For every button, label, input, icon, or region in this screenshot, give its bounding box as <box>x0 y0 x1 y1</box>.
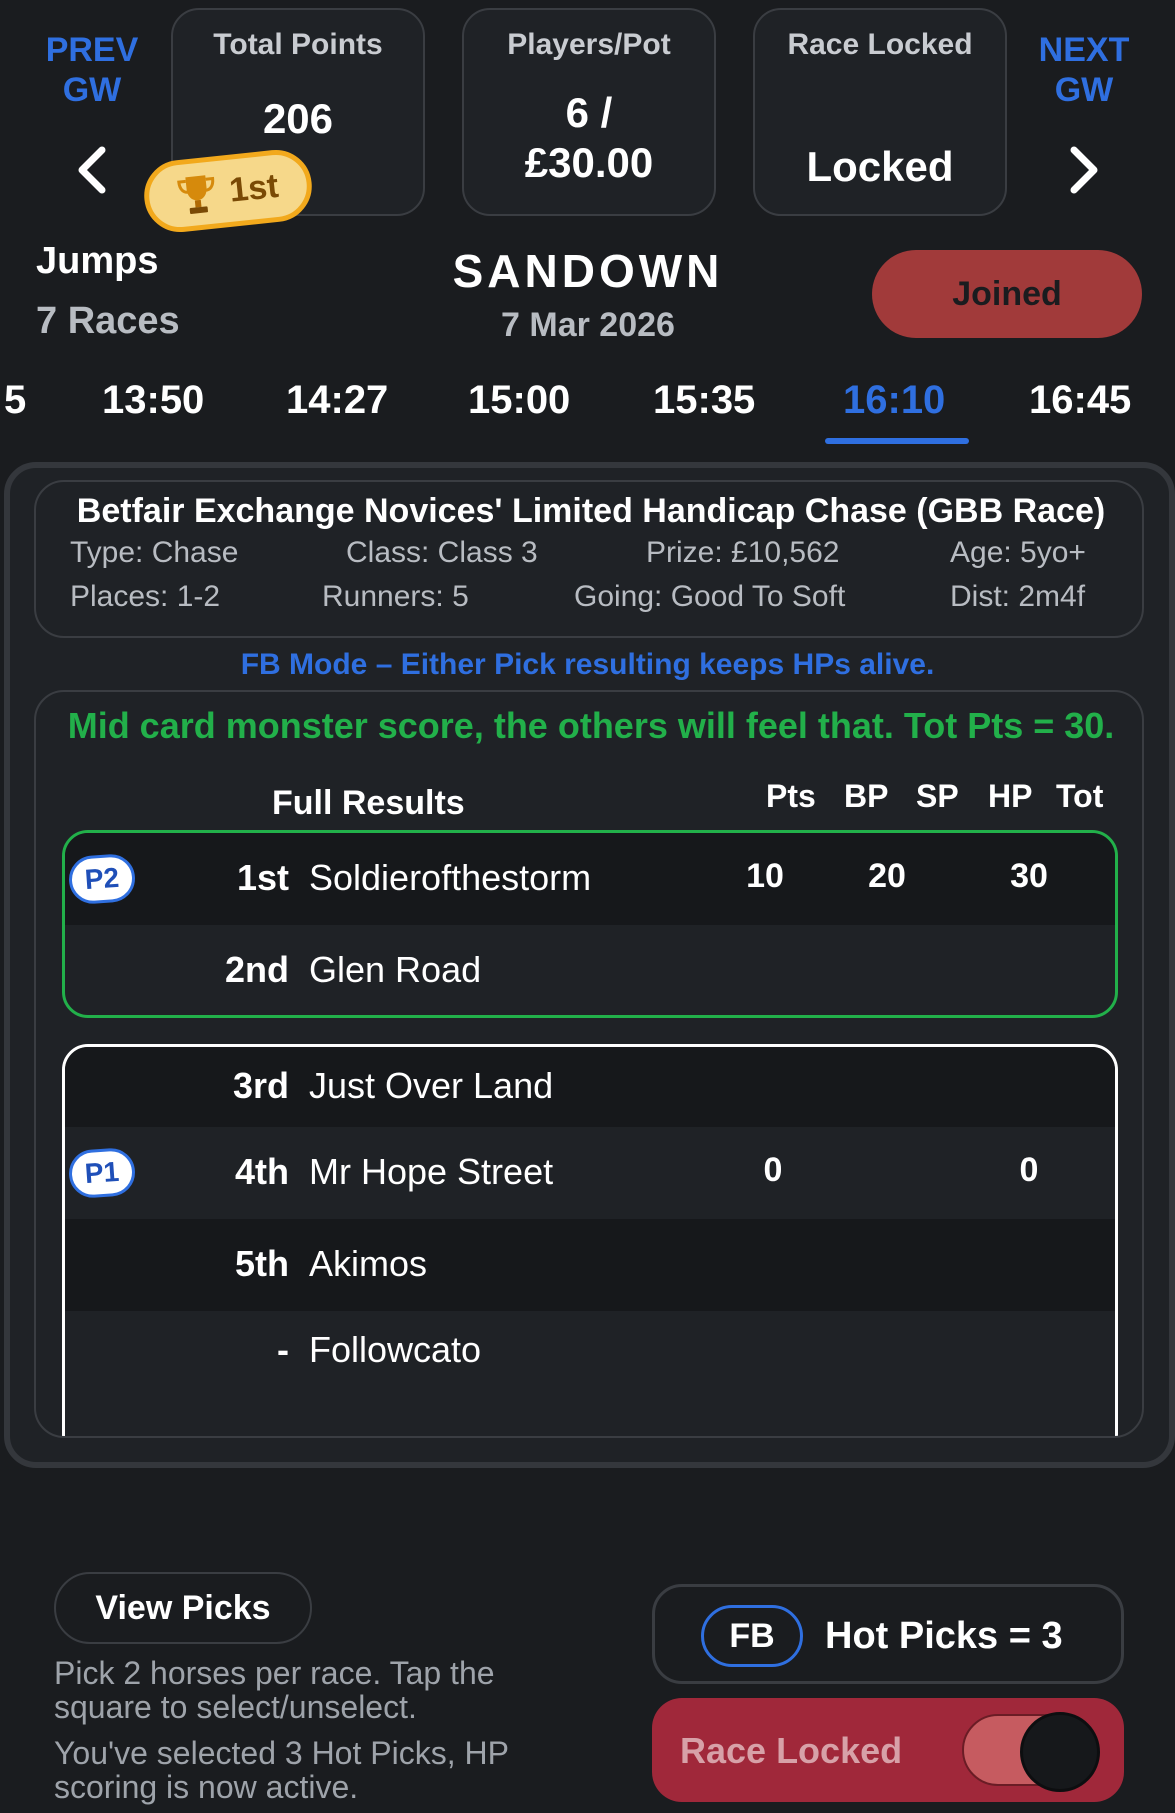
table-row[interactable]: P2 1st Soldierofthestorm 10 20 30 <box>65 833 1115 925</box>
rank-badge-label: 1st <box>227 166 281 210</box>
row-horse: Soldierofthestorm <box>309 857 592 898</box>
prev-gw-label-1: PREV <box>45 31 139 69</box>
table-row[interactable]: - Followcato <box>65 1305 1115 1397</box>
race-class: Class: Class 3 <box>346 536 538 569</box>
row-sp: 20 <box>868 857 906 895</box>
race-dist: Dist: 2m4f <box>950 580 1086 613</box>
meeting-type: Jumps <box>36 240 159 282</box>
pick-instructions: Pick 2 horses per race. Tap the square t… <box>54 1656 594 1724</box>
unplaced-group: 3rd Just Over Land P1 4th Mr Hope Street… <box>62 1044 1118 1436</box>
race-locked-toggle[interactable] <box>962 1712 1100 1792</box>
hot-picks-note-line-1: You've selected 3 Hot Picks, HP <box>54 1735 509 1771</box>
table-row[interactable]: 2nd Glen Road <box>65 925 1115 1015</box>
race-locked-label: Race Locked <box>787 28 973 61</box>
results-panel: Mid card monster score, the others will … <box>34 690 1144 1438</box>
row-horse: Mr Hope Street <box>309 1151 554 1192</box>
race-going: Going: Good To Soft <box>574 580 846 613</box>
race-locked-bar: Race Locked <box>652 1698 1124 1802</box>
total-points-value: 206 <box>262 95 334 142</box>
tab-time-4[interactable]: 15:35 <box>653 378 755 423</box>
race-locked-text: Race Locked <box>680 1730 903 1771</box>
fb-mode-note: FB Mode – Either Pick resulting keeps HP… <box>240 648 935 681</box>
row-horse: Akimos <box>309 1243 428 1284</box>
row-tot: 0 <box>1019 1151 1039 1189</box>
players-pot-label: Players/Pot <box>507 28 671 61</box>
chevron-left-icon[interactable] <box>72 140 112 200</box>
pick-instructions-line-1: Pick 2 horses per race. Tap the <box>54 1655 495 1691</box>
tab-time-6[interactable]: 16:45 <box>1029 378 1131 423</box>
tab-time-3[interactable]: 15:00 <box>468 378 570 423</box>
placed-group: P2 1st Soldierofthestorm 10 20 30 2nd Gl… <box>62 830 1118 1018</box>
row-horse: Followcato <box>309 1329 482 1370</box>
app-screen: PREV GW NEXT GW Total Points 206 Players… <box>0 0 1175 1813</box>
row-position: 2nd <box>224 949 289 990</box>
players-pot-card: Players/Pot 6 / £30.00 <box>462 8 716 216</box>
row-position: 3rd <box>232 1065 289 1106</box>
race-prize: Prize: £10,562 <box>646 536 840 569</box>
players-pot-count: 6 / <box>565 89 613 136</box>
toggle-knob <box>1020 1712 1100 1792</box>
meeting-date: 7 Mar 2026 <box>501 306 675 344</box>
col-header-tot: Tot <box>1056 778 1104 814</box>
row-position: 5th <box>235 1243 289 1284</box>
row-position: - <box>277 1329 289 1370</box>
col-header-sp: SP <box>916 778 959 814</box>
race-info-panel: Betfair Exchange Novices' Limited Handic… <box>34 480 1144 638</box>
race-places: Places: 1-2 <box>70 580 221 613</box>
rank-badge: 1st <box>140 146 316 236</box>
meeting-races: 7 Races <box>36 300 180 342</box>
row-pts: 0 <box>763 1151 783 1189</box>
table-row[interactable]: 3rd Just Over Land <box>65 1047 1115 1127</box>
table-row[interactable]: P1 4th Mr Hope Street 0 0 <box>65 1127 1115 1219</box>
players-pot-amount: £30.00 <box>524 139 654 186</box>
row-tot: 30 <box>1010 857 1048 895</box>
pick-badge-p1: P1 <box>67 1146 137 1200</box>
row-pts: 10 <box>746 857 784 895</box>
hot-picks-count: Hot Picks = 3 <box>825 1615 1063 1657</box>
row-position: 1st <box>236 857 289 898</box>
next-gw-label-2: GW <box>1054 71 1114 109</box>
race-locked-card: Race Locked Locked <box>753 8 1007 216</box>
prev-gw-button[interactable]: PREV GW <box>32 30 152 110</box>
hot-picks-note: You've selected 3 Hot Picks, HP scoring … <box>54 1736 594 1804</box>
col-header-pts: Pts <box>766 778 816 814</box>
view-picks-button[interactable]: View Picks <box>54 1572 312 1644</box>
row-horse: Just Over Land <box>309 1065 554 1106</box>
race-age: Age: 5yo+ <box>950 536 1086 569</box>
race-runners: Runners: 5 <box>322 580 469 613</box>
joined-button[interactable]: Joined <box>872 250 1142 338</box>
next-gw-label-1: NEXT <box>1038 31 1130 69</box>
tab-time-5[interactable]: 16:10 <box>843 378 945 423</box>
active-tab-indicator <box>825 438 969 444</box>
total-points-label: Total Points <box>213 28 383 61</box>
next-gw-button[interactable]: NEXT GW <box>1024 30 1144 110</box>
tab-time-1[interactable]: 13:50 <box>102 378 204 423</box>
race-type: Type: Chase <box>70 536 239 569</box>
fb-mode-pill[interactable]: FB <box>701 1605 803 1667</box>
row-horse: Glen Road <box>309 949 482 990</box>
hot-picks-note-line-2: scoring is now active. <box>54 1769 359 1805</box>
pick-instructions-line-2: square to select/unselect. <box>54 1689 417 1725</box>
trophy-icon <box>177 175 215 214</box>
results-comment: Mid card monster score, the others will … <box>67 705 1115 746</box>
pick-badge-p2: P2 <box>67 852 137 906</box>
course-name: SANDOWN <box>452 245 724 297</box>
hot-picks-panel: FB Hot Picks = 3 <box>652 1584 1124 1684</box>
full-results-heading: Full Results <box>272 784 465 822</box>
tab-time-0[interactable]: 5 <box>4 378 26 423</box>
tab-time-2[interactable]: 14:27 <box>286 378 388 423</box>
race-locked-value: Locked <box>806 143 954 190</box>
race-title: Betfair Exchange Novices' Limited Handic… <box>76 492 1106 530</box>
row-position: 4th <box>235 1151 289 1192</box>
chevron-right-icon[interactable] <box>1064 140 1104 200</box>
table-row[interactable]: 5th Akimos <box>65 1219 1115 1311</box>
col-header-bp: BP <box>844 778 889 814</box>
col-header-hp: HP <box>988 778 1033 814</box>
prev-gw-label-2: GW <box>62 71 122 109</box>
